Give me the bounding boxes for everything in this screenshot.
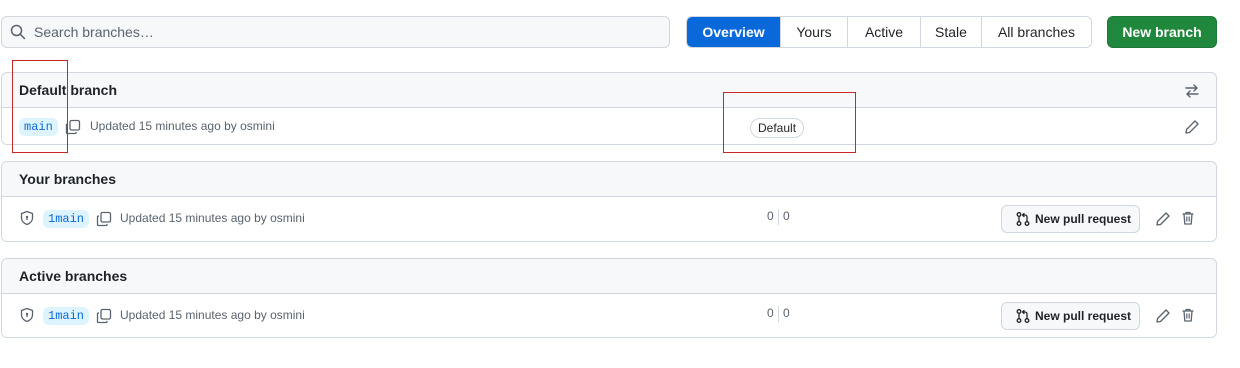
section-header: Your branches (2, 162, 1216, 197)
new-pull-request-button[interactable]: New pull request (1001, 302, 1140, 330)
rename-branch-icon[interactable] (1184, 119, 1200, 135)
your-branches-section: Your branches 1main Updated 15 minutes a… (1, 161, 1217, 242)
ahead-behind-divider (778, 209, 779, 225)
active-branches-section: Active branches 1main Updated 15 minutes… (1, 258, 1217, 338)
ahead-count: 0 (783, 209, 790, 223)
rename-branch-icon[interactable] (1155, 211, 1171, 227)
branch-updated-text: Updated 15 minutes ago by osmini (90, 119, 275, 133)
section-title: Default branch (19, 82, 118, 98)
shield-icon (20, 307, 34, 323)
new-pull-request-label: New pull request (1035, 212, 1132, 226)
branch-updated-text: Updated 15 minutes ago by osmini (120, 308, 305, 322)
branch-updated-text: Updated 15 minutes ago by osmini (120, 211, 305, 225)
shield-icon (20, 210, 34, 226)
branch-name-link[interactable]: 1main (43, 307, 90, 325)
default-badge: Default (750, 118, 805, 138)
tab-all-branches[interactable]: All branches (981, 17, 1091, 47)
default-branch-section: Default branch main Updated 15 minutes a… (1, 72, 1217, 145)
branch-row: main Updated 15 minutes ago by osmini De… (2, 108, 1216, 144)
pull-request-icon (1016, 212, 1030, 226)
branch-row: 1main Updated 15 minutes ago by osmini 0… (2, 197, 1216, 241)
ahead-behind-divider (778, 306, 779, 322)
behind-count: 0 (767, 209, 774, 223)
copy-icon[interactable] (96, 308, 112, 324)
tab-yours[interactable]: Yours (780, 17, 847, 47)
section-header: Active branches (2, 259, 1216, 294)
switch-default-branch-icon[interactable] (1184, 83, 1200, 99)
copy-icon[interactable] (65, 119, 81, 135)
new-pull-request-button[interactable]: New pull request (1001, 205, 1140, 233)
search-icon (10, 24, 26, 40)
behind-count: 0 (767, 306, 774, 320)
trash-icon[interactable] (1180, 307, 1196, 323)
tab-overview[interactable]: Overview (687, 17, 780, 47)
branch-name-link[interactable]: main (19, 118, 58, 136)
search-box[interactable] (1, 16, 670, 48)
branch-filter-tabs: Overview Yours Active Stale All branches (686, 16, 1092, 48)
search-input[interactable] (34, 24, 634, 40)
ahead-count: 0 (783, 306, 790, 320)
section-title: Your branches (19, 171, 116, 187)
pull-request-icon (1016, 309, 1030, 323)
section-header: Default branch (2, 73, 1216, 108)
new-pull-request-label: New pull request (1035, 309, 1132, 323)
copy-icon[interactable] (96, 211, 112, 227)
rename-branch-icon[interactable] (1155, 308, 1171, 324)
branch-row: 1main Updated 15 minutes ago by osmini 0… (2, 294, 1216, 337)
tab-stale[interactable]: Stale (920, 17, 981, 47)
trash-icon[interactable] (1180, 210, 1196, 226)
section-title: Active branches (19, 268, 128, 284)
branch-name-link[interactable]: 1main (43, 210, 90, 228)
tab-active[interactable]: Active (847, 17, 920, 47)
new-branch-button[interactable]: New branch (1107, 16, 1217, 48)
